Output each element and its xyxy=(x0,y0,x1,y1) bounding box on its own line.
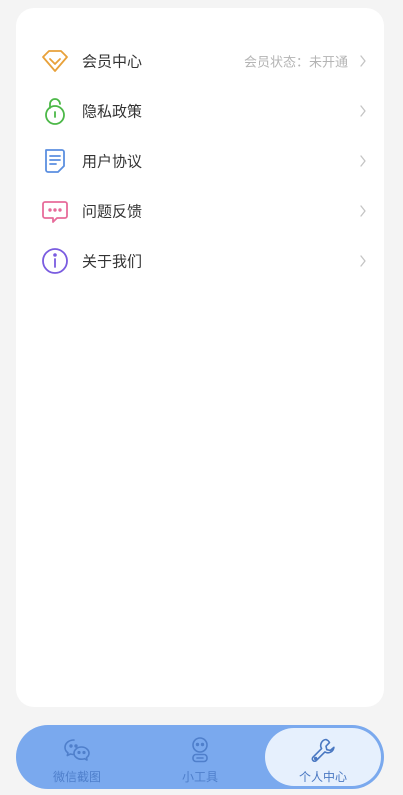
profile-screen: 会员中心 会员状态：未开通 隐私政策 用户协议 问题反馈 关于我们 微信截图 小… xyxy=(0,0,403,795)
menu-item-user-agreement[interactable]: 用户协议 xyxy=(16,136,384,186)
tab-label: 个人中心 xyxy=(298,770,347,784)
lock-icon xyxy=(40,96,70,126)
menu-list: 会员中心 会员状态：未开通 隐私政策 用户协议 问题反馈 关于我们 xyxy=(16,36,384,286)
chevron-right-icon xyxy=(358,54,368,68)
membership-status: 会员状态：未开通 xyxy=(243,55,348,71)
bottom-tab-bar: 微信截图 小工具 个人中心 xyxy=(16,725,384,789)
wrench-icon xyxy=(308,736,338,764)
menu-item-about-us[interactable]: 关于我们 xyxy=(16,236,384,286)
menu-item-label: 关于我们 xyxy=(82,252,143,271)
tab-tools[interactable]: 小工具 xyxy=(142,728,258,786)
menu-item-feedback[interactable]: 问题反馈 xyxy=(16,186,384,236)
menu-item-label: 会员中心 xyxy=(82,52,143,71)
menu-item-label: 隐私政策 xyxy=(82,102,143,121)
document-icon xyxy=(40,146,70,176)
menu-item-label: 用户协议 xyxy=(82,152,143,171)
chevron-right-icon xyxy=(358,104,368,118)
chevron-right-icon xyxy=(358,254,368,268)
robot-icon xyxy=(185,736,215,764)
diamond-icon xyxy=(40,46,70,76)
chevron-right-icon xyxy=(358,154,368,168)
info-icon xyxy=(40,246,70,276)
menu-item-label: 问题反馈 xyxy=(82,202,143,221)
wechat-icon xyxy=(62,736,92,764)
chevron-right-icon xyxy=(358,204,368,218)
message-icon xyxy=(40,196,70,226)
menu-item-membership[interactable]: 会员中心 会员状态：未开通 xyxy=(16,36,384,86)
menu-card: 会员中心 会员状态：未开通 隐私政策 用户协议 问题反馈 关于我们 xyxy=(16,8,384,707)
tab-label: 微信截图 xyxy=(52,770,101,784)
menu-item-privacy-policy[interactable]: 隐私政策 xyxy=(16,86,384,136)
tab-label: 小工具 xyxy=(181,770,218,784)
tab-wechat-screenshot[interactable]: 微信截图 xyxy=(19,728,135,786)
tab-profile[interactable]: 个人中心 xyxy=(265,728,381,786)
